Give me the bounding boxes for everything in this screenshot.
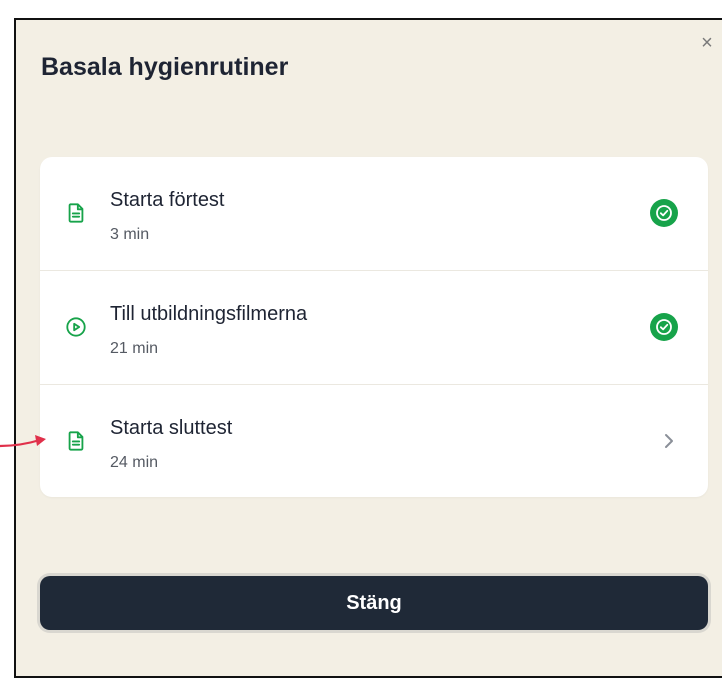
document-icon xyxy=(68,203,84,223)
close-button[interactable]: Stäng xyxy=(40,576,708,630)
annotation-arrow-icon xyxy=(0,435,46,448)
list-item-label: Starta sluttest xyxy=(110,417,233,439)
list-item-posttest[interactable]: Starta sluttest 24 min xyxy=(40,385,708,498)
list-item-label: Till utbildningsfilmerna xyxy=(110,303,308,325)
chevron-right-icon xyxy=(665,434,673,448)
list-item-duration: 21 min xyxy=(110,340,159,357)
document-icon xyxy=(68,431,84,451)
dialog: Basala hygienrutiner × Starta förtest 3 … xyxy=(14,18,722,678)
dialog-title: Basala hygienrutiner xyxy=(41,53,289,81)
list-item-pretest[interactable]: Starta förtest 3 min xyxy=(40,157,708,270)
list-item-duration: 3 min xyxy=(110,226,150,243)
check-circle-icon xyxy=(650,313,678,341)
play-circle-icon xyxy=(66,317,86,337)
list-item-label: Starta förtest xyxy=(110,189,225,211)
course-steps-list: Starta förtest 3 min Till utbildningsfil… xyxy=(40,157,708,497)
check-circle-icon xyxy=(650,199,678,227)
close-icon[interactable]: × xyxy=(698,33,716,53)
list-item-videos[interactable]: Till utbildningsfilmerna 21 min xyxy=(40,271,708,384)
list-item-duration: 24 min xyxy=(110,454,159,471)
